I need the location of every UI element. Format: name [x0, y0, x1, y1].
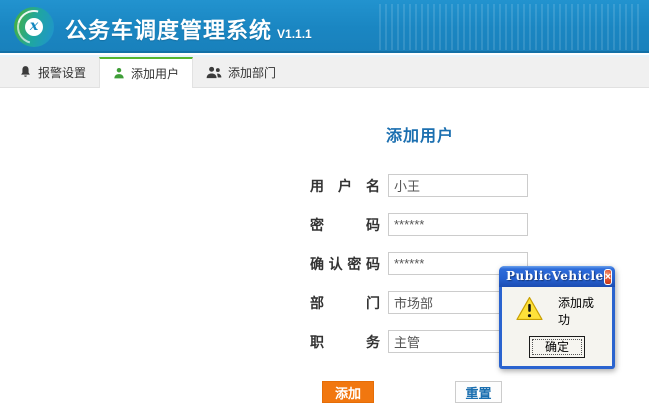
form-buttons: 添加 重置	[310, 381, 530, 403]
app-logo: x	[14, 7, 54, 47]
message-dialog: PublicVehicle × 添加成功 确定	[499, 266, 615, 369]
app-title: 公务车调度管理系统 V1.1.1	[65, 13, 312, 45]
close-icon[interactable]: ×	[604, 269, 612, 285]
ok-button[interactable]: 确定	[529, 336, 585, 358]
position-label: 职务	[310, 332, 380, 352]
add-user-form: 添加用户 用户名 密码 确认密码 部门 职务 添加 重置	[310, 122, 530, 403]
tab-add-user[interactable]: 添加用户	[99, 57, 193, 88]
tab-alarm-settings[interactable]: 报警设置	[6, 57, 99, 87]
tab-bar: 报警设置 添加用户 添加部门	[0, 57, 649, 88]
form-row-confirm-password: 确认密码	[310, 252, 530, 275]
tab-label: 添加部门	[228, 64, 276, 81]
warning-triangle-icon	[516, 296, 543, 326]
tab-add-department[interactable]: 添加部门	[193, 57, 289, 87]
department-label: 部门	[310, 293, 380, 313]
form-row-department: 部门	[310, 291, 530, 314]
form-row-username: 用户名	[310, 174, 530, 197]
tab-label: 添加用户	[131, 65, 179, 82]
app-title-text: 公务车调度管理系统	[65, 18, 272, 43]
add-button[interactable]: 添加	[322, 381, 374, 403]
username-input[interactable]	[388, 174, 528, 197]
bell-icon	[19, 65, 32, 79]
users-icon	[206, 66, 222, 79]
dialog-body: 添加成功 确定	[502, 287, 612, 366]
form-row-position: 职务	[310, 330, 530, 353]
header-decor-pattern	[379, 4, 639, 50]
password-input[interactable]	[388, 213, 528, 236]
dialog-button-row: 确定	[510, 336, 604, 358]
app-window: { "header": { "title": "公务车调度管理系统", "ver…	[0, 0, 649, 418]
logo-x-icon: x	[25, 18, 43, 36]
password-label: 密码	[310, 215, 380, 235]
dialog-title: PublicVehicle	[506, 266, 604, 287]
ok-button-label: 确定	[532, 339, 582, 355]
form-row-password: 密码	[310, 213, 530, 236]
dialog-titlebar[interactable]: PublicVehicle ×	[499, 266, 615, 287]
dialog-message: 添加成功	[558, 294, 604, 328]
username-label: 用户名	[310, 176, 380, 196]
reset-button[interactable]: 重置	[455, 381, 502, 403]
user-icon	[113, 67, 125, 80]
app-header: x 公务车调度管理系统 V1.1.1	[0, 0, 649, 53]
app-version: V1.1.1	[277, 27, 312, 41]
tab-label: 报警设置	[38, 64, 86, 81]
dialog-message-row: 添加成功	[510, 297, 604, 325]
confirm-password-label: 确认密码	[310, 254, 380, 274]
form-title: 添加用户	[310, 122, 530, 146]
